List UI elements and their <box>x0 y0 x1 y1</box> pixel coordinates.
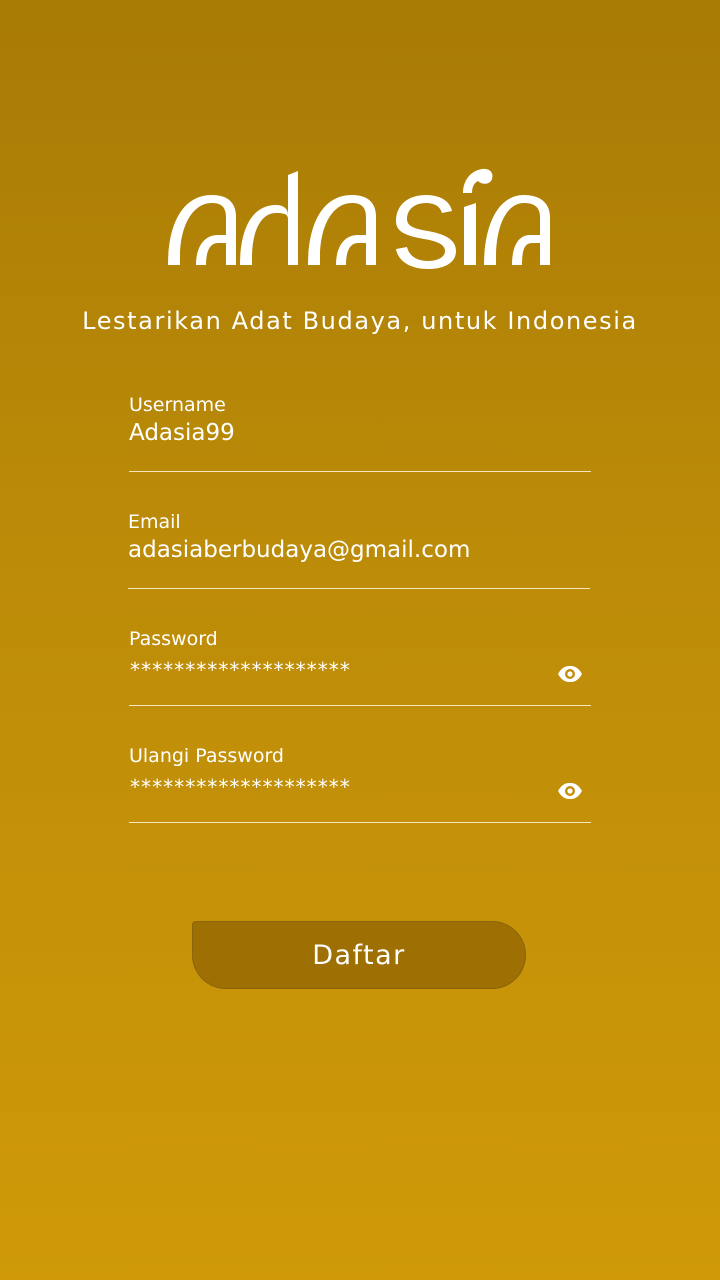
logo-wordmark: adasia <box>160 165 550 269</box>
username-input[interactable]: Adasia99 <box>129 420 549 446</box>
confirm-password-field[interactable]: Ulangi Password ******************** <box>129 745 591 823</box>
email-field[interactable]: Email adasiaberbudaya@gmail.com <box>128 511 590 589</box>
tagline: Lestarikan Adat Budaya, untuk Indonesia <box>82 307 638 335</box>
eye-icon[interactable] <box>557 665 583 683</box>
register-button[interactable]: Daftar <box>192 921 526 989</box>
username-underline <box>129 471 591 472</box>
username-field[interactable]: Username Adasia99 <box>129 394 591 472</box>
logo-text: adasia <box>160 165 164 166</box>
username-label: Username <box>129 394 226 416</box>
eye-icon[interactable] <box>557 782 583 800</box>
email-label: Email <box>128 511 181 533</box>
password-underline <box>129 705 591 706</box>
password-input[interactable]: ******************** <box>129 658 549 682</box>
confirm-password-input[interactable]: ******************** <box>129 775 549 799</box>
confirm-password-underline <box>129 822 591 823</box>
password-label: Password <box>129 628 218 650</box>
password-field[interactable]: Password ******************** <box>129 628 591 706</box>
email-input[interactable]: adasiaberbudaya@gmail.com <box>128 537 548 563</box>
app-logo: adasia <box>0 150 720 290</box>
confirm-password-label: Ulangi Password <box>129 745 284 767</box>
email-underline <box>128 588 590 589</box>
